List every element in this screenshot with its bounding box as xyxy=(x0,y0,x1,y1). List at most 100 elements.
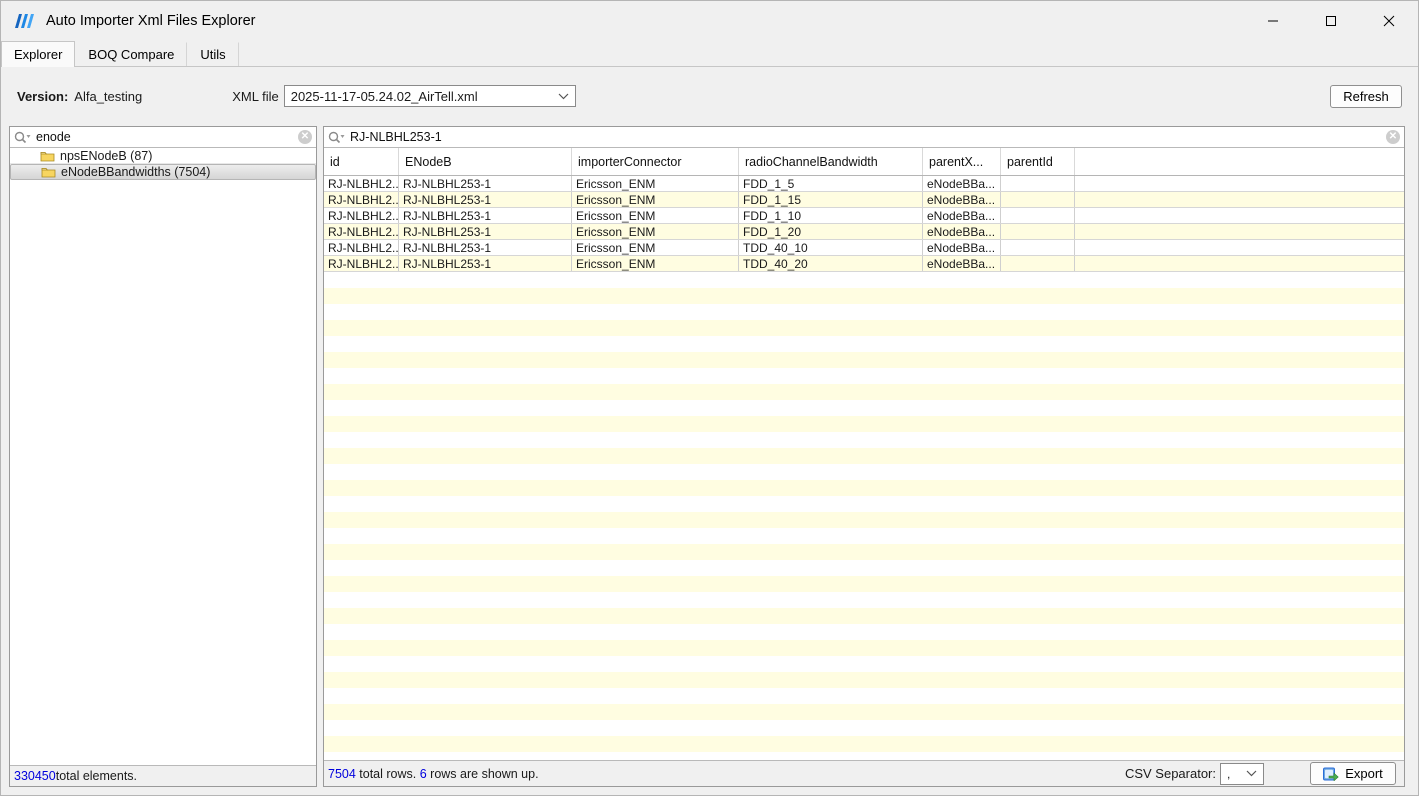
table-cell[interactable]: RJ-NLBHL2... xyxy=(324,256,399,271)
window-controls xyxy=(1244,1,1418,41)
table-cell[interactable]: eNodeBBa... xyxy=(923,176,1001,191)
xml-file-group: XML file 2025-11-17-05.24.02_AirTell.xml xyxy=(232,85,575,107)
export-label: Export xyxy=(1345,766,1383,781)
chevron-down-icon xyxy=(1246,770,1257,777)
clear-search-icon[interactable]: ✕ xyxy=(298,130,312,144)
table-cell[interactable]: RJ-NLBHL2... xyxy=(324,208,399,223)
table-cell[interactable]: RJ-NLBHL2... xyxy=(324,192,399,207)
table-cell[interactable]: TDD_40_20 xyxy=(739,256,923,271)
table-cell-filler xyxy=(1075,192,1404,207)
tree-item-label: eNodeBBandwidths (7504) xyxy=(61,165,210,179)
csv-separator-value: , xyxy=(1227,767,1230,781)
toolbar: Version: Alfa_testing XML file 2025-11-1… xyxy=(1,67,1418,125)
maximize-button[interactable] xyxy=(1302,1,1360,41)
minimize-button[interactable] xyxy=(1244,1,1302,41)
table-cell[interactable]: Ericsson_ENM xyxy=(572,240,739,255)
total-elements-count: 330450 xyxy=(14,769,56,783)
table-header: idENodeBimporterConnectorradioChannelBan… xyxy=(324,148,1404,176)
export-button[interactable]: Export xyxy=(1310,762,1396,785)
table-cell[interactable]: RJ-NLBHL253-1 xyxy=(399,176,572,191)
table-cell[interactable] xyxy=(1001,176,1075,191)
close-button[interactable] xyxy=(1360,1,1418,41)
tree-panel: ✕ npsENodeB (87) eNodeBBandwidths (7504)… xyxy=(9,126,317,787)
table-cell[interactable]: eNodeBBa... xyxy=(923,208,1001,223)
table-cell[interactable]: RJ-NLBHL253-1 xyxy=(399,256,572,271)
table-empty-area xyxy=(324,272,1404,760)
shown-rows-count: 6 xyxy=(420,767,427,781)
rows-status-text: 7504 total rows. 6 rows are shown up. xyxy=(328,767,539,781)
folder-icon xyxy=(41,166,56,178)
table-cell[interactable]: RJ-NLBHL253-1 xyxy=(399,224,572,239)
column-header-radiochannelbandwidth[interactable]: radioChannelBandwidth xyxy=(739,148,923,175)
tree-search-row: ✕ xyxy=(10,127,316,148)
table-cell[interactable]: RJ-NLBHL2... xyxy=(324,224,399,239)
version-label: Version: xyxy=(17,89,68,104)
table-row[interactable]: RJ-NLBHL2...RJ-NLBHL253-1Ericsson_ENMFDD… xyxy=(324,192,1404,208)
table-cell[interactable]: RJ-NLBHL253-1 xyxy=(399,240,572,255)
csv-separator-label: CSV Separator: xyxy=(1125,766,1216,781)
chevron-down-icon xyxy=(558,93,569,100)
table-cell[interactable]: RJ-NLBHL2... xyxy=(324,240,399,255)
refresh-button[interactable]: Refresh xyxy=(1330,85,1402,108)
tab-boq-compare[interactable]: BOQ Compare xyxy=(75,42,187,67)
table-cell[interactable]: Ericsson_ENM xyxy=(572,176,739,191)
tree-item-enodebbandwidths[interactable]: eNodeBBandwidths (7504) xyxy=(10,164,316,180)
table-cell[interactable]: RJ-NLBHL253-1 xyxy=(399,208,572,223)
table-cell[interactable]: eNodeBBa... xyxy=(923,224,1001,239)
table-cell[interactable]: FDD_1_20 xyxy=(739,224,923,239)
table-cell[interactable] xyxy=(1001,208,1075,223)
app-logo-icon xyxy=(13,12,37,30)
xml-tree: npsENodeB (87) eNodeBBandwidths (7504) xyxy=(10,148,316,765)
tab-strip: Explorer BOQ Compare Utils xyxy=(1,41,1418,67)
table-cell[interactable]: RJ-NLBHL2... xyxy=(324,176,399,191)
table-search-row: ✕ xyxy=(324,127,1404,148)
tree-item-npsenodeb[interactable]: npsENodeB (87) xyxy=(10,148,316,164)
table-cell-filler xyxy=(1075,240,1404,255)
tree-item-label: npsENodeB (87) xyxy=(60,149,152,163)
table-row[interactable]: RJ-NLBHL2...RJ-NLBHL253-1Ericsson_ENMTDD… xyxy=(324,256,1404,272)
title-bar: Auto Importer Xml Files Explorer xyxy=(1,1,1418,41)
search-icon[interactable] xyxy=(328,131,345,144)
column-header-parentx[interactable]: parentX... xyxy=(923,148,1001,175)
table-cell[interactable]: eNodeBBa... xyxy=(923,192,1001,207)
table-cell[interactable]: FDD_1_5 xyxy=(739,176,923,191)
table-cell[interactable]: RJ-NLBHL253-1 xyxy=(399,192,572,207)
column-header-importerconnector[interactable]: importerConnector xyxy=(572,148,739,175)
table-rows: RJ-NLBHL2...RJ-NLBHL253-1Ericsson_ENMFDD… xyxy=(324,176,1404,272)
table-row[interactable]: RJ-NLBHL2...RJ-NLBHL253-1Ericsson_ENMTDD… xyxy=(324,240,1404,256)
column-header-enodeb[interactable]: ENodeB xyxy=(399,148,572,175)
table-cell[interactable] xyxy=(1001,240,1075,255)
tree-search-input[interactable] xyxy=(36,130,298,144)
xml-file-label: XML file xyxy=(232,89,278,104)
table-row[interactable]: RJ-NLBHL2...RJ-NLBHL253-1Ericsson_ENMFDD… xyxy=(324,224,1404,240)
table-cell[interactable]: eNodeBBa... xyxy=(923,256,1001,271)
table-row[interactable]: RJ-NLBHL2...RJ-NLBHL253-1Ericsson_ENMFDD… xyxy=(324,176,1404,192)
table-cell[interactable]: TDD_40_10 xyxy=(739,240,923,255)
csv-separator-dropdown[interactable]: , xyxy=(1220,763,1264,785)
folder-icon xyxy=(40,150,55,162)
tree-status-bar: 330450 total elements. xyxy=(10,765,316,786)
table-cell[interactable]: eNodeBBa... xyxy=(923,240,1001,255)
column-header-filler xyxy=(1075,148,1404,175)
table-cell[interactable]: FDD_1_10 xyxy=(739,208,923,223)
table-cell[interactable] xyxy=(1001,192,1075,207)
column-header-id[interactable]: id xyxy=(324,148,399,175)
tab-utils[interactable]: Utils xyxy=(187,42,238,67)
total-rows-text: total rows. xyxy=(356,767,420,781)
table-cell-filler xyxy=(1075,208,1404,223)
clear-search-icon[interactable]: ✕ xyxy=(1386,130,1400,144)
tab-explorer[interactable]: Explorer xyxy=(1,41,75,67)
column-header-parentid[interactable]: parentId xyxy=(1001,148,1075,175)
table-cell[interactable] xyxy=(1001,224,1075,239)
search-icon[interactable] xyxy=(14,131,31,144)
table-cell-filler xyxy=(1075,176,1404,191)
table-cell[interactable]: Ericsson_ENM xyxy=(572,256,739,271)
table-row[interactable]: RJ-NLBHL2...RJ-NLBHL253-1Ericsson_ENMFDD… xyxy=(324,208,1404,224)
table-cell[interactable]: FDD_1_15 xyxy=(739,192,923,207)
table-cell[interactable]: Ericsson_ENM xyxy=(572,208,739,223)
table-cell[interactable] xyxy=(1001,256,1075,271)
table-search-input[interactable] xyxy=(350,130,1386,144)
xml-file-dropdown[interactable]: 2025-11-17-05.24.02_AirTell.xml xyxy=(284,85,576,107)
table-cell[interactable]: Ericsson_ENM xyxy=(572,224,739,239)
table-cell[interactable]: Ericsson_ENM xyxy=(572,192,739,207)
